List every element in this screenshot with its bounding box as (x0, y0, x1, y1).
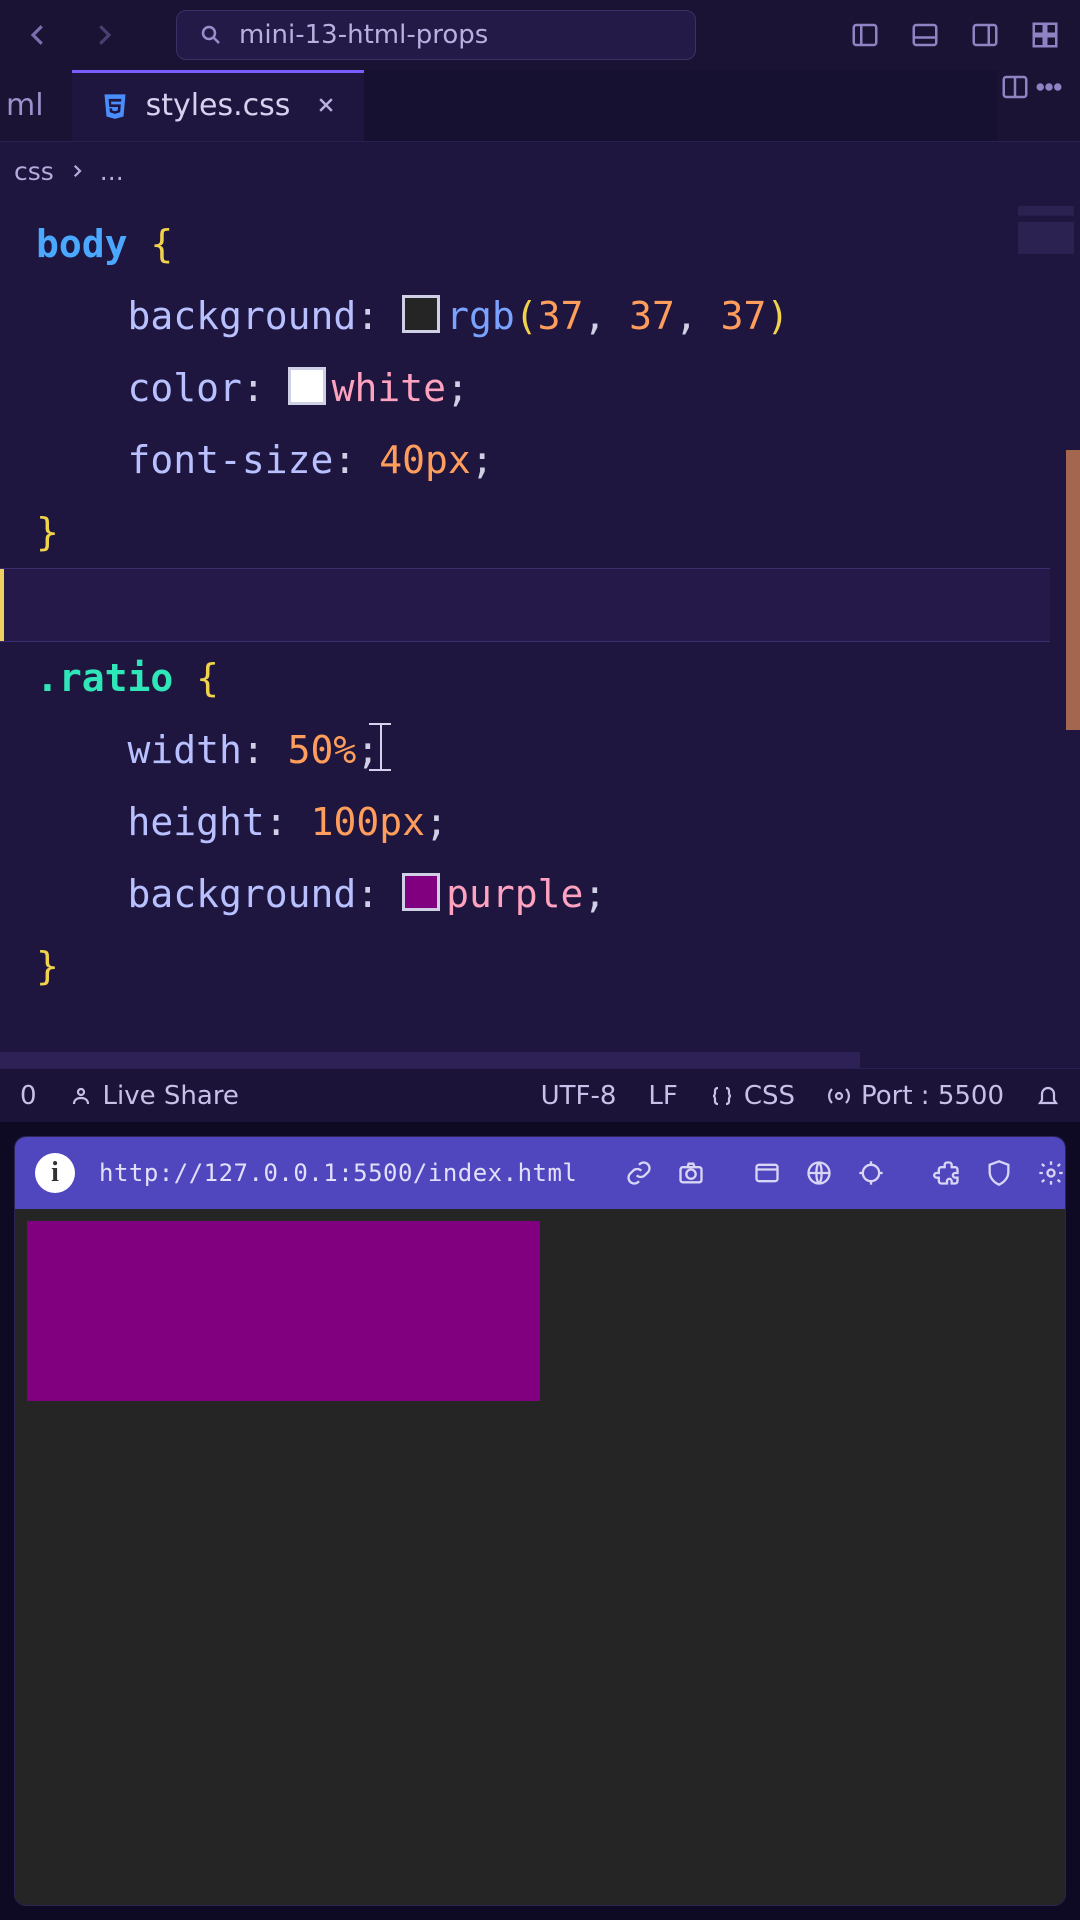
browser-screenshot-button[interactable] (677, 1158, 705, 1188)
globe-icon (805, 1159, 833, 1187)
browser-shield-button[interactable] (985, 1158, 1013, 1188)
panel-left-toggle[interactable] (848, 18, 882, 52)
split-editor-button[interactable] (998, 70, 1032, 104)
panel-bottom-icon (910, 20, 940, 50)
grid-icon (1030, 20, 1060, 50)
link-icon (625, 1159, 653, 1187)
status-language[interactable]: CSS (710, 1081, 795, 1111)
panel-left-icon (850, 20, 880, 50)
search-icon (199, 23, 223, 47)
preview-panel: i http://127.0.0.1:5500/index.html (0, 1122, 1080, 1920)
color-swatch[interactable] (288, 367, 326, 405)
shield-icon (985, 1159, 1013, 1187)
bell-icon (1036, 1084, 1060, 1108)
split-icon (1000, 72, 1030, 102)
code-line: body { (36, 208, 1050, 280)
code-line: .ratio { (36, 642, 1050, 714)
status-liveshare[interactable]: Live Share (69, 1081, 239, 1111)
status-notifications[interactable] (1036, 1084, 1060, 1108)
dots-icon (1034, 72, 1064, 102)
breadcrumb[interactable]: css ... (0, 142, 1080, 200)
window-icon (753, 1159, 781, 1187)
browser-url[interactable]: http://127.0.0.1:5500/index.html (99, 1159, 577, 1187)
code-line-active (0, 568, 1050, 642)
target-icon (857, 1159, 885, 1187)
nav-back-button[interactable] (18, 15, 58, 55)
browser-toolbar: i http://127.0.0.1:5500/index.html (15, 1137, 1065, 1209)
panel-right-icon (970, 20, 1000, 50)
scrollbar-horizontal[interactable] (0, 1052, 860, 1068)
browser-link-button[interactable] (625, 1158, 653, 1188)
breadcrumb-item: css (14, 157, 54, 186)
text-cursor-icon (379, 723, 381, 771)
camera-icon (677, 1159, 705, 1187)
browser-globe-button[interactable] (805, 1158, 833, 1188)
code-line: background: rgb(37, 37, 37) (36, 280, 1050, 352)
code-line: background: purple; (36, 858, 1050, 930)
tab-close-button[interactable] (316, 88, 336, 123)
color-swatch[interactable] (402, 873, 440, 911)
browser-settings-button[interactable] (1037, 1158, 1065, 1188)
layout-grid-toggle[interactable] (1028, 18, 1062, 52)
tab-styles-css[interactable]: styles.css (72, 70, 365, 141)
tab-label: ml (6, 88, 44, 123)
arrow-right-icon (89, 20, 119, 50)
puzzle-icon (933, 1159, 961, 1187)
preview-ratio-element (27, 1221, 540, 1401)
panel-bottom-toggle[interactable] (908, 18, 942, 52)
tab-label: styles.css (146, 88, 291, 123)
scrollbar-vertical[interactable] (1066, 450, 1080, 730)
color-swatch[interactable] (402, 295, 440, 333)
code-editor[interactable]: body { background: rgb(37, 37, 37) color… (0, 200, 1080, 1068)
breadcrumb-item: ... (100, 157, 124, 186)
close-icon (316, 95, 336, 115)
code-line: color: white; (36, 352, 1050, 424)
search-text: mini-13-html-props (239, 20, 488, 50)
arrow-left-icon (23, 20, 53, 50)
tab-more-button[interactable] (1032, 70, 1066, 104)
status-port[interactable]: Port : 5500 (827, 1081, 1004, 1111)
css-file-icon (100, 91, 130, 121)
browser-inspect-button[interactable] (857, 1158, 885, 1188)
editor-tabs: ml styles.css (0, 70, 1080, 142)
title-bar: mini-13-html-props (0, 0, 1080, 70)
status-bar: 0 Live Share UTF-8 LF CSS Port : 5500 (0, 1068, 1080, 1122)
browser-extensions-button[interactable] (933, 1158, 961, 1188)
code-line: } (36, 930, 1050, 1002)
code-line: } (36, 496, 1050, 568)
status-encoding[interactable]: UTF-8 (541, 1081, 617, 1111)
preview-viewport (15, 1209, 1065, 1905)
chevron-right-icon (68, 162, 86, 180)
panel-right-toggle[interactable] (968, 18, 1002, 52)
liveshare-icon (69, 1084, 93, 1108)
minimap[interactable] (1018, 206, 1074, 286)
code-line: height: 100px; (36, 786, 1050, 858)
code-line: width: 50%; (36, 714, 1050, 786)
tab-prev-partial[interactable]: ml (0, 70, 72, 141)
gear-icon (1037, 1159, 1065, 1187)
status-left-partial[interactable]: 0 (20, 1081, 37, 1111)
site-info-button[interactable]: i (35, 1153, 75, 1193)
nav-forward-button[interactable] (84, 15, 124, 55)
browser-devices-button[interactable] (753, 1158, 781, 1188)
status-eol[interactable]: LF (648, 1081, 677, 1111)
broadcast-icon (827, 1084, 851, 1108)
code-line: font-size: 40px; (36, 424, 1050, 496)
braces-icon (710, 1084, 734, 1108)
command-search-box[interactable]: mini-13-html-props (176, 10, 696, 60)
